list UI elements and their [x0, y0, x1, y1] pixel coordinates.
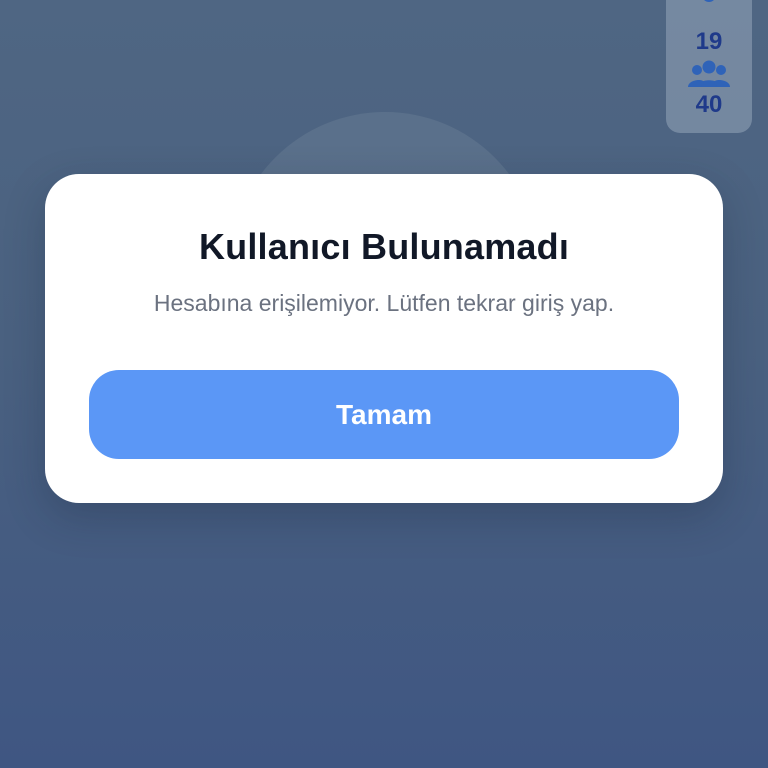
user-not-found-dialog: Kullanıcı Bulunamadı Hesabına erişilemiy…	[45, 174, 723, 503]
dialog-message: Hesabına erişilemiyor. Lütfen tekrar gir…	[153, 290, 615, 316]
stat-value-top: 19	[695, 28, 723, 55]
stats-panel: 19 40	[666, 0, 752, 133]
ok-button[interactable]: Tamam	[89, 370, 679, 459]
dialog-title: Kullanıcı Bulunamadı	[198, 226, 570, 267]
stat-value-group: 40	[695, 91, 723, 118]
group-icon	[688, 60, 730, 87]
person-icon	[702, 0, 716, 2]
